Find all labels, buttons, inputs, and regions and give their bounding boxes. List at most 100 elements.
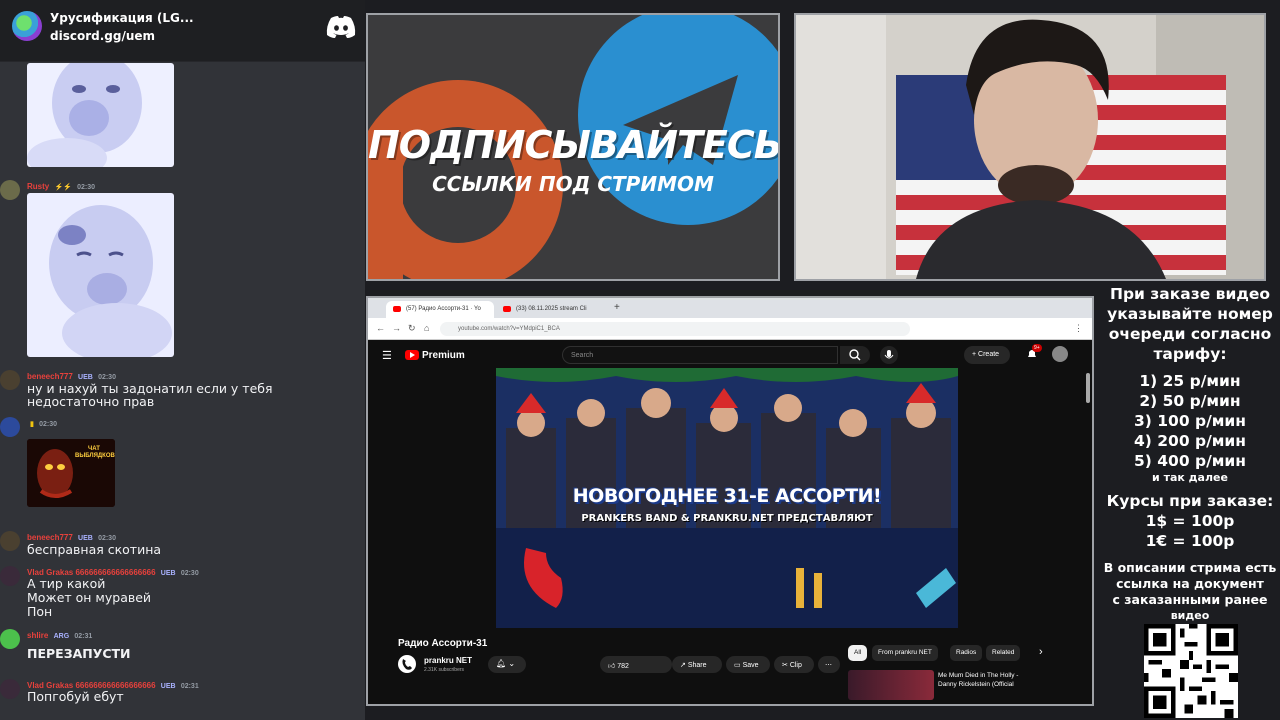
username[interactable]: beneech777	[27, 533, 73, 542]
create-button[interactable]: + Create	[964, 346, 1010, 364]
discord-chat-overlay: Урусификация (LG... discord.gg/uem Rusty…	[0, 0, 365, 720]
tab-title: (57) Радио Ассорти-31 · Yo	[406, 306, 481, 312]
chat-image-baby-1[interactable]	[27, 63, 174, 167]
price-tier: 2) 50 р/мин	[1139, 392, 1241, 410]
notification-badge: 9+	[1032, 344, 1042, 352]
tab-bar: (57) Радио Ассорти-31 · Yo (33) 08.11.20…	[368, 298, 1092, 318]
server-name: Урусификация (LG...	[50, 11, 194, 25]
video-overlay-title: НОВОГОДНЕЕ 31-Е АССОРТИ!	[572, 485, 882, 507]
filter-chip-all[interactable]: All	[848, 645, 868, 661]
rate-line: 1$ = 100р	[1145, 512, 1235, 530]
timestamp: 02:31	[74, 633, 93, 640]
username[interactable]: Rusty	[27, 182, 49, 191]
filter-chip-related[interactable]: Related	[986, 645, 1021, 661]
user-avatar[interactable]	[0, 629, 20, 649]
webcam-image	[796, 15, 1264, 279]
user-badge: ▮	[30, 421, 34, 428]
share-button[interactable]: ↗ Share	[672, 656, 722, 673]
youtube-header: ☰ Premium Search + Create 9+	[368, 341, 1092, 369]
user-avatar[interactable]	[0, 679, 20, 699]
subscriber-count: 2.31K subscribers	[424, 667, 465, 673]
filter-chip-channel[interactable]: From prankru NET	[872, 645, 938, 661]
banner-title: ПОДПИСЫВАЙТЕСЬ	[368, 123, 780, 167]
channel-avatar[interactable]	[398, 655, 416, 673]
message-text: бесправная скотина	[27, 542, 162, 557]
share-label: Share	[687, 662, 707, 669]
user-avatar[interactable]	[0, 566, 20, 586]
message-line: Может он муравей	[27, 590, 152, 605]
channel-name[interactable]: prankru NET	[424, 656, 472, 665]
recommended-title[interactable]: Me Mum Died in The Holly - Danny Rickels…	[938, 671, 1034, 689]
user-avatar[interactable]	[0, 531, 20, 551]
server-invite-link[interactable]: discord.gg/uem	[50, 29, 155, 43]
save-button[interactable]: ▭ Save	[726, 656, 770, 673]
back-icon[interactable]: ←	[376, 323, 385, 333]
chat-sticker[interactable]: ЧАТ ВЫБЛЯДКОВ	[27, 439, 115, 507]
clip-label: Clip	[789, 662, 802, 669]
youtube-logo-icon[interactable]	[405, 350, 419, 360]
search-input[interactable]: Search	[562, 346, 838, 364]
menu-icon[interactable]: ☰	[382, 349, 392, 362]
price-tier: 4) 200 р/мин	[1133, 432, 1246, 450]
scrollbar[interactable]	[1086, 373, 1090, 403]
price-header-line: При заказе видео	[1109, 285, 1271, 303]
timestamp: 02:30	[77, 184, 96, 191]
home-icon[interactable]: ⌂	[424, 323, 429, 333]
reload-icon[interactable]: ↻	[408, 323, 416, 334]
create-label: Create	[978, 351, 1000, 358]
recommended-thumbnail[interactable]	[848, 670, 934, 700]
video-player[interactable]: НОВОГОДНЕЕ 31-Е АССОРТИ! PRANKERS BAND &…	[496, 368, 958, 628]
timestamp: 02:30	[180, 570, 199, 577]
user-badge: UEB	[160, 570, 176, 577]
url-field[interactable]: youtube.com/watch?v=YMdpiC1_BCA	[440, 322, 910, 336]
username[interactable]: shlire	[27, 631, 48, 640]
chat-header: Урусификация (LG... discord.gg/uem	[0, 0, 365, 62]
clip-button[interactable]: ✂ Clip	[774, 656, 814, 673]
more-actions-button[interactable]: ⋯	[818, 656, 840, 673]
timestamp: 02:31	[180, 683, 199, 690]
video-overlay-subtitle: PRANKERS BAND & PRANKRU.NET ПРЕДСТАВЛЯЮТ	[581, 513, 873, 524]
chat-image-baby-2[interactable]	[27, 193, 174, 357]
subscription-bell-button[interactable]: 🔔︎ ⌄	[488, 656, 526, 673]
user-avatar[interactable]	[0, 370, 20, 390]
like-count: 782	[617, 663, 629, 670]
user-badge: UEB	[78, 374, 93, 381]
server-avatar	[12, 11, 42, 41]
chevron-right-icon[interactable]: ›	[1039, 646, 1043, 658]
username[interactable]: beneech777	[27, 372, 73, 381]
user-badge: ARG	[53, 633, 70, 640]
price-panel: При заказе видео указывайте номер очеред…	[1100, 284, 1280, 720]
message-text: Попгобуй ебут	[27, 689, 124, 704]
webcam-feed	[794, 13, 1266, 281]
like-button[interactable]: 👍︎ 782	[600, 656, 672, 673]
user-badge: UEB	[78, 535, 93, 542]
phone-icon	[402, 659, 412, 670]
price-header-line: очереди согласно	[1108, 325, 1272, 343]
user-avatar[interactable]	[0, 180, 20, 200]
user-badge: ⚡⚡	[54, 184, 72, 191]
mic-button[interactable]	[880, 346, 898, 364]
rate-line: 1€ = 100р	[1145, 532, 1235, 550]
user-avatar[interactable]	[1052, 346, 1068, 362]
price-tier: 1) 25 р/мин	[1139, 372, 1241, 390]
price-header-line: указывайте номер	[1107, 305, 1273, 323]
message-text: ну и нахуй ты задонатил если у тебя недо…	[27, 381, 273, 409]
browser-tab[interactable]: (33) 08.11.2025 stream Cli	[496, 301, 602, 318]
sticker-text: ЧАТ ВЫБЛЯДКОВ	[75, 446, 115, 459]
youtube-brand[interactable]: Premium	[422, 350, 465, 361]
new-tab-button[interactable]: +	[614, 302, 620, 313]
forward-icon[interactable]: →	[392, 323, 401, 333]
search-button[interactable]	[840, 346, 870, 364]
youtube-icon	[393, 306, 401, 312]
menu-dots-icon[interactable]: ⋮	[1074, 323, 1083, 334]
search-icon	[849, 349, 861, 361]
tab-title: (33) 08.11.2025 stream Cli	[516, 306, 587, 312]
youtube-icon	[503, 306, 511, 312]
filter-chip-radios[interactable]: Radios	[950, 645, 983, 661]
banner-subtitle: ССЫЛКИ ПОД СТРИМОМ	[432, 172, 714, 196]
user-avatar[interactable]	[0, 417, 20, 437]
note-line: видео	[1170, 609, 1210, 622]
qr-code	[1144, 624, 1238, 718]
price-header-line: тарифу:	[1153, 345, 1227, 363]
browser-tab[interactable]: (57) Радио Ассорти-31 · Yo	[386, 301, 494, 318]
